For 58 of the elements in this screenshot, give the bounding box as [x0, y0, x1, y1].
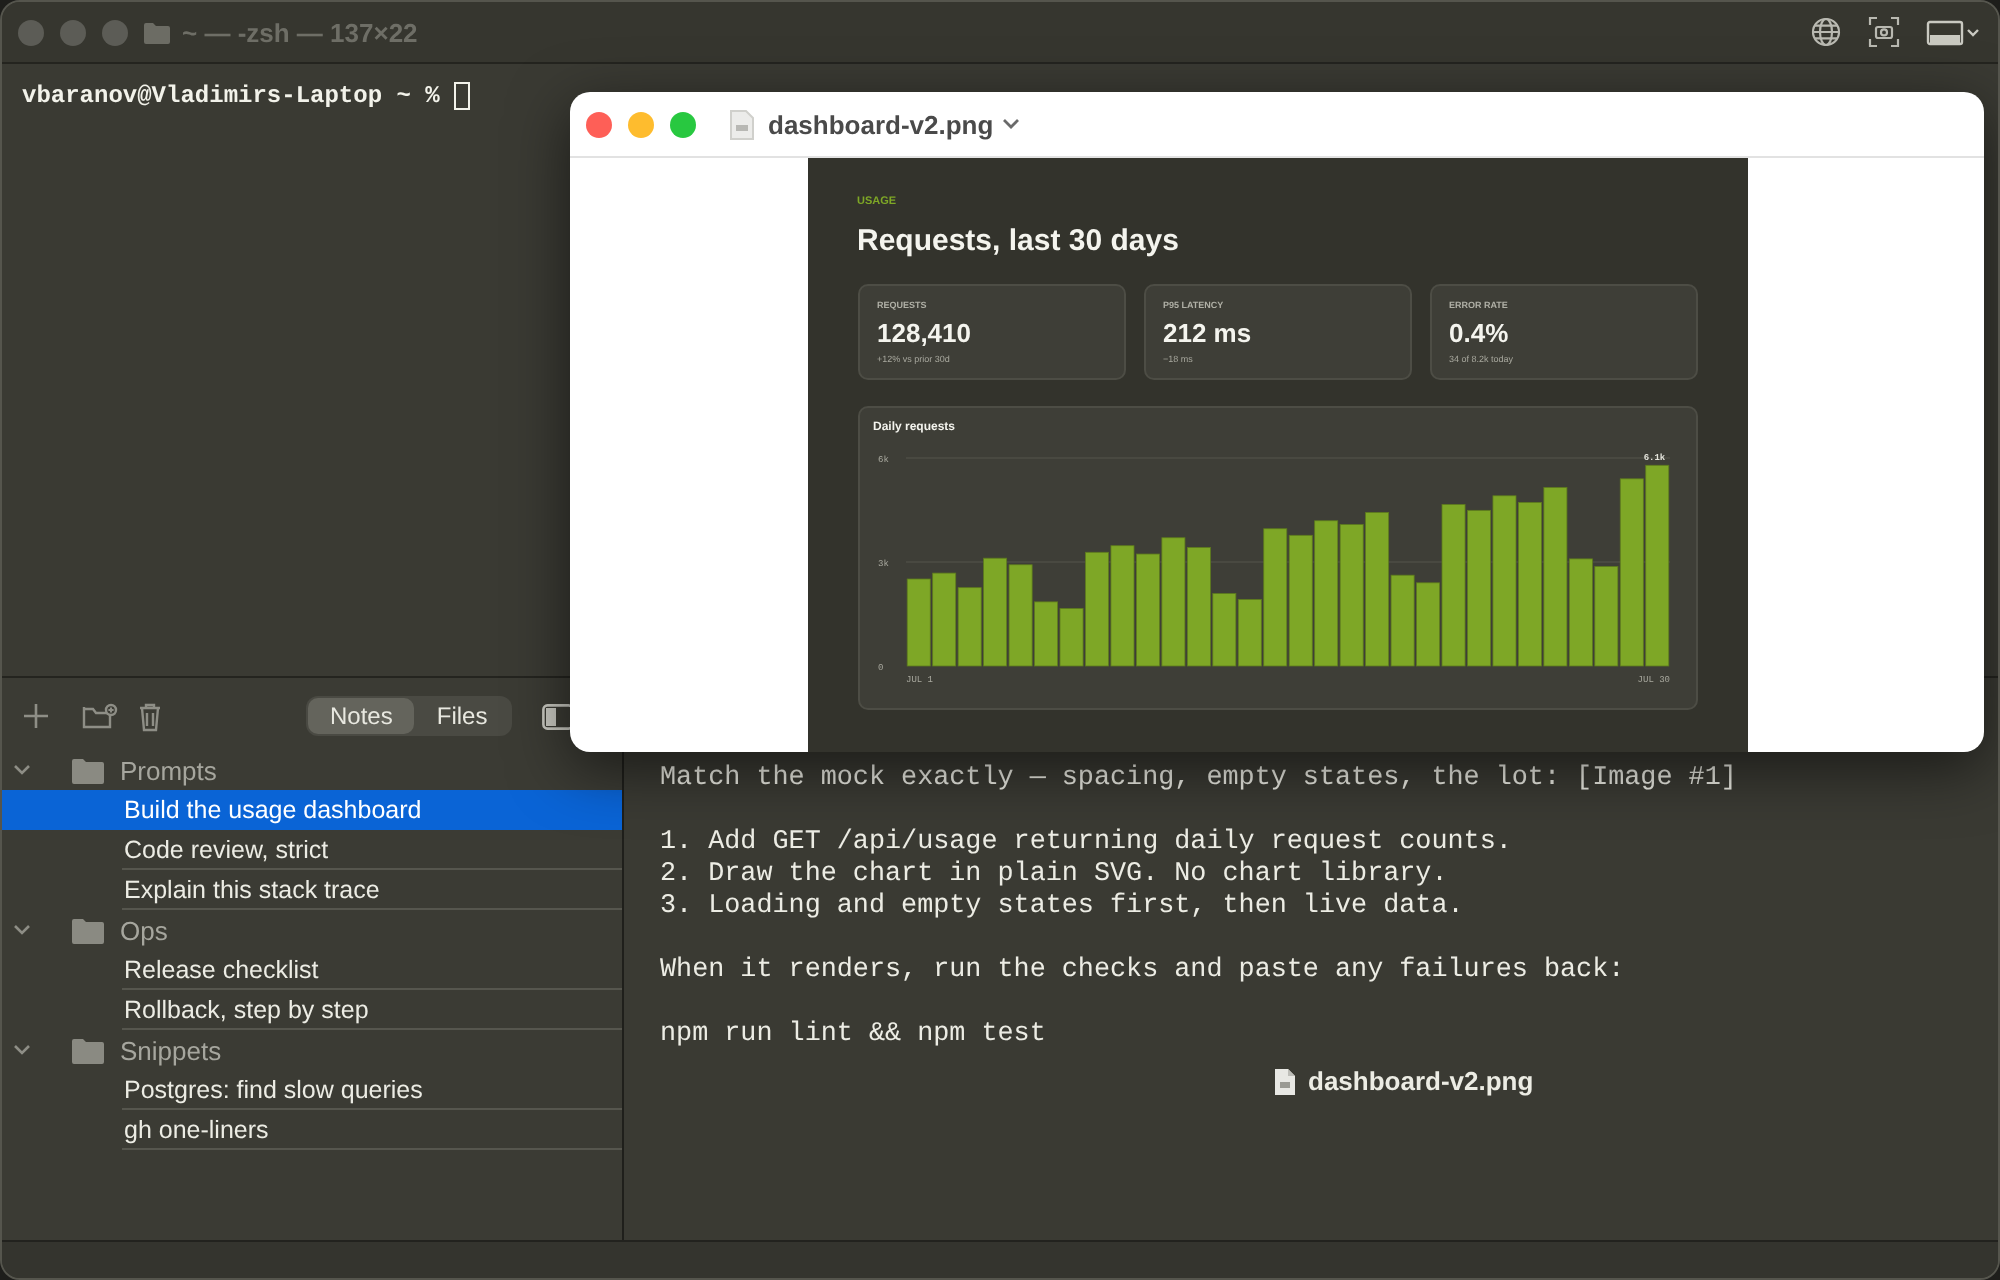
note-item[interactable]: Explain this stack trace [122, 870, 622, 910]
trash-icon[interactable] [138, 701, 162, 731]
segment-tab[interactable]: Files [414, 698, 510, 734]
chart-bar [1135, 553, 1159, 667]
sidebar-toggle-icon[interactable] [541, 703, 574, 729]
chart-bar [905, 578, 930, 667]
window-title[interactable]: dashboard-v2.png [768, 109, 994, 139]
terminal-text: Match the mock exactly — spacing, empty states, the lot: [Image #1] [660, 764, 1739, 796]
folder-label[interactable]: Snippets [120, 1035, 222, 1065]
folder-label[interactable]: Prompts [120, 755, 217, 785]
zoom-button[interactable] [102, 19, 128, 45]
chart-bar [1338, 524, 1363, 667]
window-title: ~ — -zsh — 137×22 [182, 17, 418, 47]
minimize-button[interactable] [60, 19, 86, 45]
shell-prompt: vbaranov@Vladimirs-Laptop ~ % [22, 82, 440, 110]
note-item[interactable]: Build the usage dashboard [2, 790, 622, 830]
chevron-down-icon[interactable] [12, 1042, 32, 1058]
dashboard-title: Requests, last 30 days [857, 224, 1181, 258]
attachment-name[interactable]: dashboard-v2.png [1308, 1066, 1534, 1096]
folder-icon [72, 917, 104, 943]
text-cursor [453, 82, 470, 110]
chart-bar [956, 587, 981, 667]
zoom-button[interactable] [670, 111, 696, 137]
chevron-down-icon[interactable] [12, 922, 32, 938]
chart-bar [1109, 545, 1134, 667]
folder-label[interactable]: Ops [120, 915, 168, 945]
note-item[interactable]: Rollback, step by step [122, 990, 622, 1030]
close-button[interactable] [586, 111, 612, 137]
new-folder-icon[interactable] [82, 702, 118, 730]
folder-icon [72, 757, 104, 783]
chart-bar [1160, 537, 1185, 667]
chart-bar [1287, 534, 1312, 667]
note-item[interactable]: Release checklist [122, 950, 622, 990]
folder-icon [144, 21, 170, 43]
stat-value: 212 ms [1163, 318, 1254, 348]
terminal-text: 1. Add GET /api/usage returning daily request counts. [660, 828, 1514, 860]
chevron-down-icon[interactable] [1001, 118, 1020, 130]
note-item[interactable]: Postgres: find slow queries [122, 1070, 622, 1110]
chart-bar [982, 557, 1007, 667]
terminal-text: 3. Loading and empty states first, then live data. [660, 892, 1466, 924]
close-button[interactable] [18, 19, 44, 45]
folder-icon [72, 1037, 104, 1063]
window-layout-icon[interactable] [1926, 18, 1982, 46]
screenshot-icon[interactable] [1868, 16, 1900, 48]
plus-icon[interactable] [22, 702, 50, 730]
stat-value: 0.4% [1449, 318, 1511, 348]
globe-icon[interactable] [1810, 16, 1842, 48]
segment-tab[interactable]: Notes [308, 698, 415, 734]
terminal-text: npm run lint && npm test [660, 1020, 1048, 1052]
file-icon [730, 109, 754, 139]
file-icon [1274, 1067, 1296, 1095]
stat-value: 128,410 [877, 318, 973, 348]
chevron-down-icon[interactable] [12, 762, 32, 778]
note-item[interactable]: Code review, strict [122, 830, 622, 870]
note-item[interactable]: gh one-liners [122, 1110, 622, 1150]
terminal-text: 2. Draw the chart in plain SVG. No chart library. [660, 860, 1450, 892]
chart-bar [931, 572, 956, 667]
terminal-text: When it renders, run the checks and paste any failures back: [660, 956, 1627, 988]
